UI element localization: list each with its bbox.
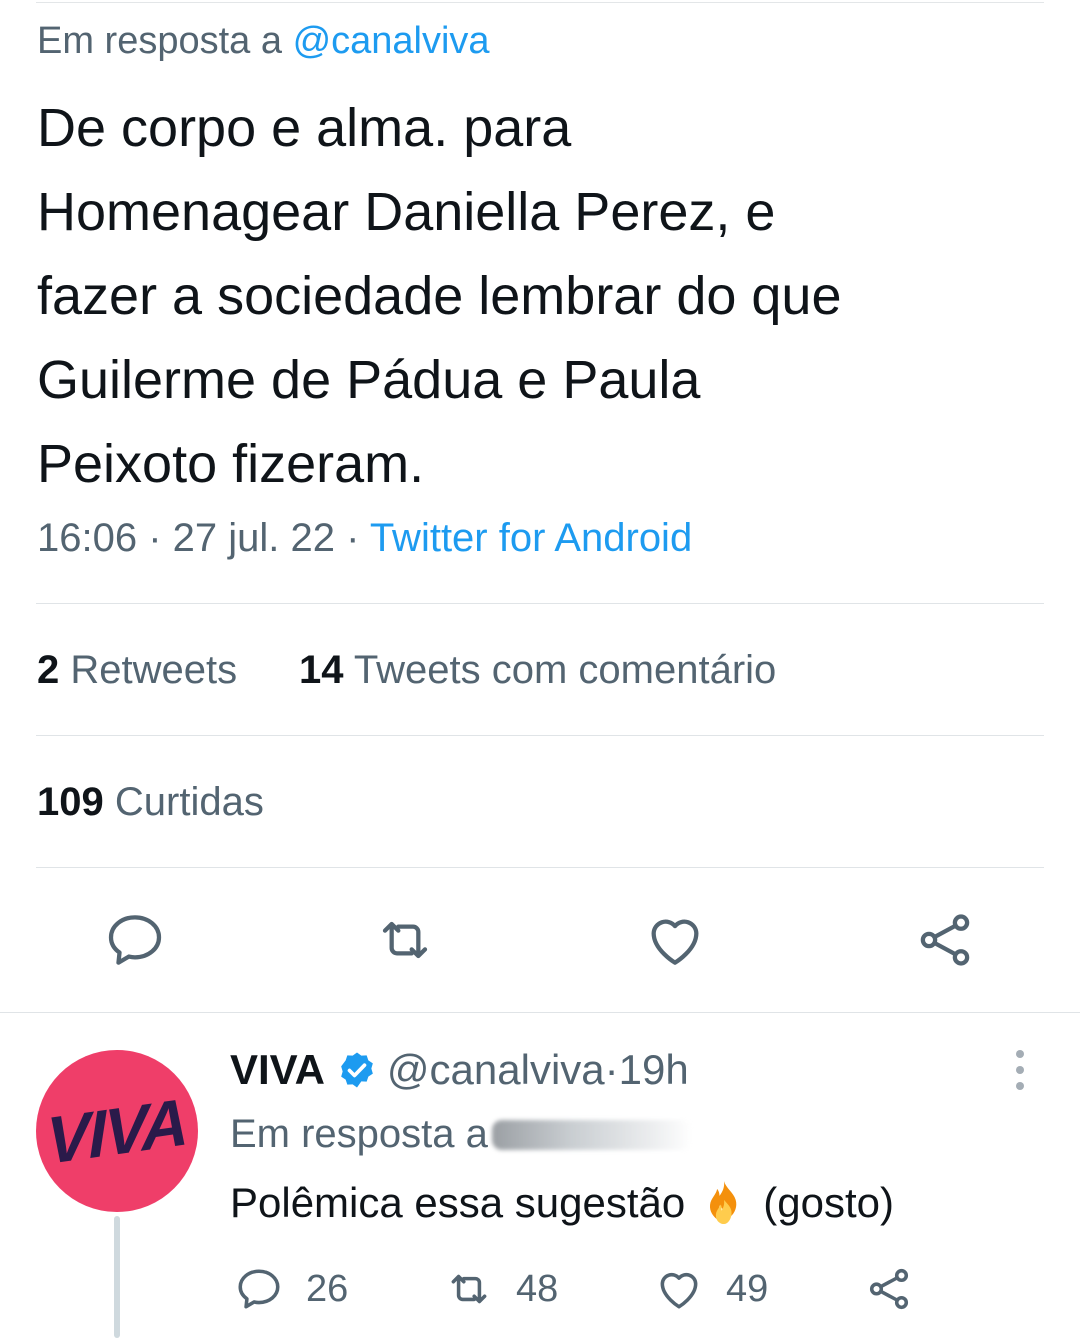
thread-line xyxy=(114,1216,120,1338)
likes-label: Curtidas xyxy=(114,780,264,824)
like-count: 49 xyxy=(726,1267,769,1310)
reply-retweet-button[interactable]: 48 xyxy=(444,1264,558,1314)
retweet-icon xyxy=(451,1274,487,1304)
divider xyxy=(36,603,1044,604)
meta-separator: · xyxy=(604,1046,619,1093)
retweets-label: Retweets xyxy=(70,648,238,692)
reply-like-button[interactable]: 49 xyxy=(654,1264,768,1314)
reply-prefix: Em resposta a xyxy=(37,20,293,62)
retweets-stat[interactable]: 2 Retweets xyxy=(37,648,237,693)
likes-count: 109 xyxy=(37,780,104,824)
tweet-time: 16:06 xyxy=(37,516,138,560)
quotes-stat[interactable]: 14 Tweets com comentário xyxy=(299,648,776,693)
reply-text-end: (gosto) xyxy=(763,1179,894,1226)
retweet-icon xyxy=(382,921,428,959)
meta-separator: · xyxy=(137,516,173,560)
retweet-button[interactable] xyxy=(365,900,445,980)
retweet-count: 48 xyxy=(516,1267,559,1310)
verified-badge-icon xyxy=(341,1052,373,1088)
redacted-handle xyxy=(491,1119,692,1150)
avatar-logo: VIVA xyxy=(45,1083,189,1179)
reply-count: 26 xyxy=(306,1267,349,1310)
tweet-text: De corpo e alma. para Homenagear Daniell… xyxy=(37,98,842,494)
author-name[interactable]: VIVA xyxy=(230,1046,325,1094)
top-divider xyxy=(36,2,1044,3)
more-vertical-icon xyxy=(1016,1050,1024,1090)
fire-icon xyxy=(710,1181,737,1225)
reply-icon xyxy=(108,915,162,965)
reply-icon xyxy=(238,1269,280,1309)
share-icon xyxy=(869,1268,909,1310)
quotes-label: Tweets com comentário xyxy=(353,648,777,692)
reply-prefix: Em resposta a xyxy=(230,1112,488,1156)
like-icon xyxy=(651,919,699,965)
reply-tweet-text: Polêmica essa sugestão (gosto) xyxy=(230,1178,894,1228)
avatar[interactable]: VIVA xyxy=(36,1050,198,1212)
retweets-count: 2 xyxy=(37,648,60,692)
tweet-source-link[interactable]: Twitter for Android xyxy=(370,516,692,560)
reply-time[interactable]: 19h xyxy=(619,1046,689,1094)
reply-share-button[interactable] xyxy=(864,1264,936,1314)
quotes-count: 14 xyxy=(299,648,344,692)
author-handle[interactable]: @canalviva xyxy=(387,1046,605,1094)
more-options-button[interactable] xyxy=(1000,1048,1040,1092)
reply-context: Em resposta a @canalviva xyxy=(37,20,490,63)
reply-author-row: VIVA @canalviva · 19h xyxy=(230,1046,689,1094)
reply-button[interactable] xyxy=(95,900,175,980)
section-divider xyxy=(0,1012,1080,1013)
meta-separator: · xyxy=(335,516,370,560)
reply-handle-link[interactable]: @canalviva xyxy=(293,20,490,62)
share-button[interactable] xyxy=(905,900,985,980)
reply-context: Em resposta a xyxy=(230,1112,692,1157)
tweet-date: 27 jul. 22 xyxy=(172,516,335,560)
reply-text-start: Polêmica essa sugestão xyxy=(230,1179,686,1226)
like-icon xyxy=(660,1272,698,1309)
like-button[interactable] xyxy=(635,900,715,980)
tweet-meta: 16:06 · 27 jul. 22 · Twitter for Android xyxy=(37,516,692,561)
divider xyxy=(36,735,1044,736)
likes-stat[interactable]: 109 Curtidas xyxy=(37,780,264,825)
divider xyxy=(36,867,1044,868)
reply-reply-button[interactable]: 26 xyxy=(234,1264,348,1314)
share-icon xyxy=(920,914,970,966)
